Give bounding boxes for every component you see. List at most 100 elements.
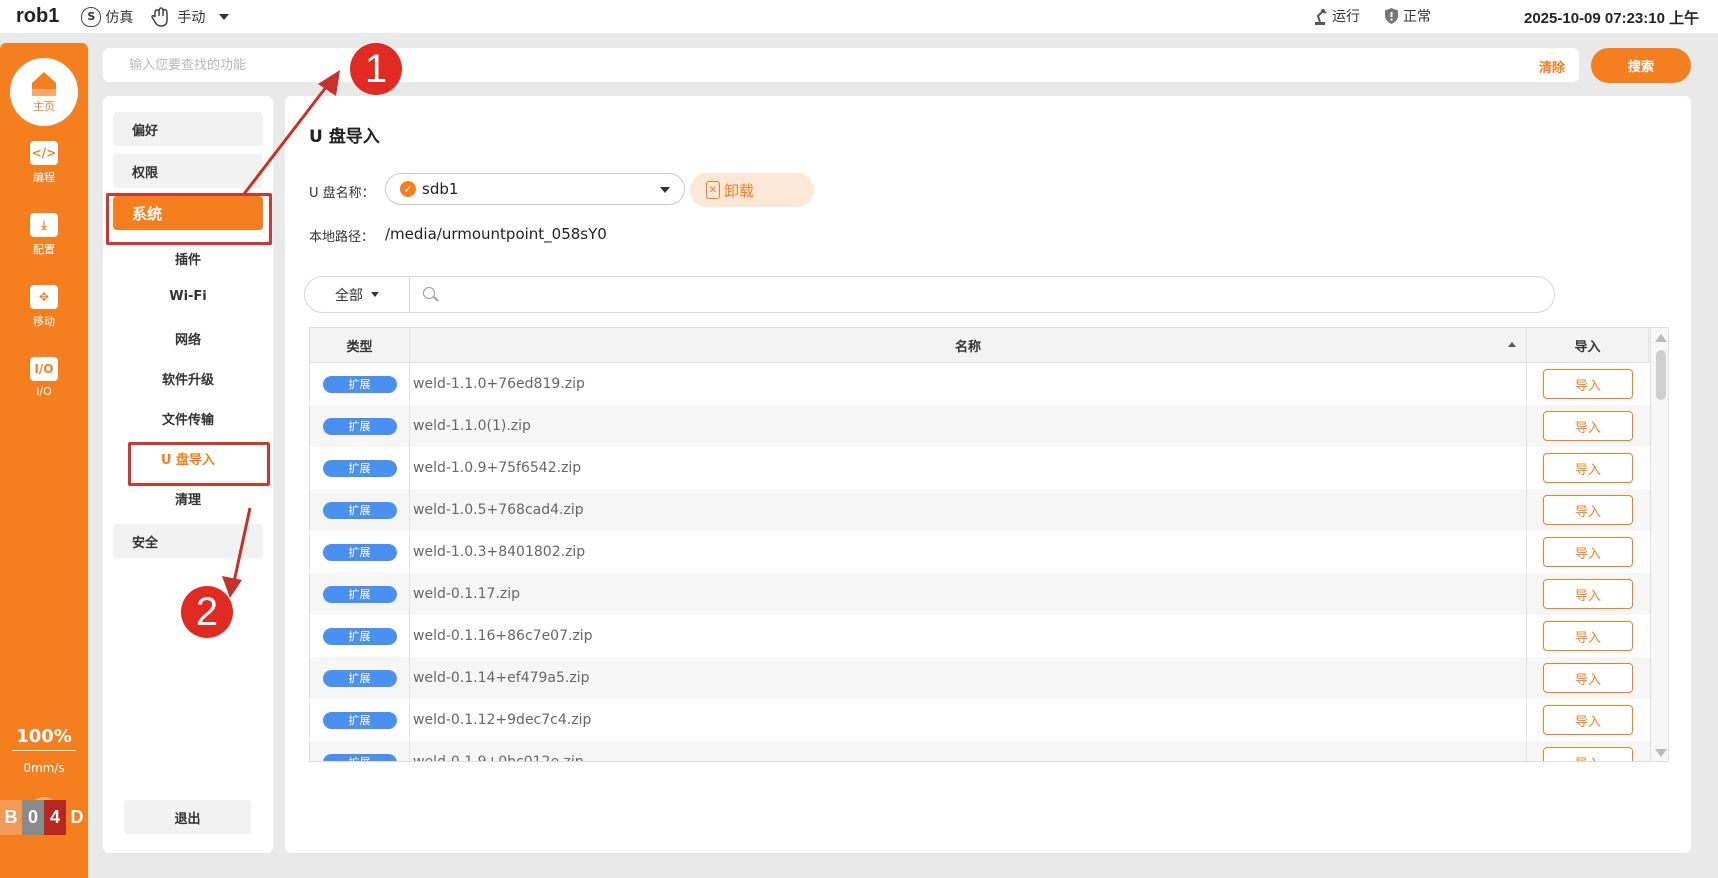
table-body: 扩展 weld-1.1.0+76ed819.zip 导入 扩展 weld-1.1.0(1… [310, 363, 1650, 761]
import-button[interactable]: 导入 [1543, 747, 1633, 761]
cell-name: weld-1.0.9+75f6542.zip [410, 447, 1527, 489]
type-badge: 扩展 [322, 711, 397, 729]
sort-asc-icon [1508, 342, 1516, 347]
main-sidebar: 主页 </> 编程 ⤓ 配置 ✥ 移动 I/O I/O 100% 0mm/s [0, 43, 88, 878]
clear-button[interactable]: 清除 [1539, 57, 1565, 76]
logout-button[interactable]: 退出 [124, 800, 251, 834]
scroll-down-icon[interactable] [1655, 749, 1667, 757]
import-button[interactable]: 导入 [1543, 537, 1633, 567]
cell-name: weld-0.1.14+ef479a5.zip [410, 657, 1527, 699]
highlight-box-usb-import [128, 442, 270, 486]
sidebar-item-label: 主页 [33, 100, 55, 113]
nav-file-transfer[interactable]: 文件传输 [103, 409, 273, 428]
nav-network[interactable]: 网络 [103, 329, 273, 348]
hand-icon [151, 6, 169, 27]
unmount-label: 卸载 [724, 181, 755, 200]
app-window: rob1 S 仿真 手动 运行 正常 2025-10-09 07:23:10 上… [0, 0, 1718, 878]
search-icon [423, 286, 439, 303]
move-icon: ✥ [30, 285, 58, 309]
type-badge: 扩展 [322, 585, 397, 603]
sidebar-item-io[interactable]: I/O I/O [0, 357, 88, 398]
search-input[interactable] [129, 57, 1379, 73]
chevron-down-icon [660, 187, 670, 193]
nav-software-upgrade[interactable]: 软件升级 [103, 369, 273, 388]
search-button[interactable]: 搜索 [1591, 48, 1691, 83]
chevron-down-icon [371, 292, 379, 297]
sidebar-item-move[interactable]: ✥ 移动 [0, 285, 88, 329]
nav-security[interactable]: 安全 [113, 524, 263, 558]
sidebar-item-home[interactable]: 主页 [10, 58, 78, 126]
cell-type: 扩展 [310, 531, 410, 573]
type-badge: 扩展 [322, 417, 397, 435]
cell-name: weld-1.0.5+768cad4.zip [410, 489, 1527, 531]
import-button[interactable]: 导入 [1543, 369, 1633, 399]
usb-import-panel: U 盘导入 U 盘名称： ✓ sdb1 ✕ 卸载 本地路径： /media/ur… [285, 96, 1691, 853]
download-icon: ⤓ [30, 213, 58, 237]
sidebar-item-programming[interactable]: </> 编程 [0, 141, 88, 185]
status-code: D [66, 800, 88, 835]
cell-type: 扩展 [310, 657, 410, 699]
udisk-label: U 盘名称： [309, 186, 375, 201]
robot-name: rob1 [16, 5, 60, 27]
io-icon: I/O [30, 357, 58, 381]
type-badge: 扩展 [322, 459, 397, 477]
cell-type: 扩展 [310, 363, 410, 405]
sidebar-item-label: 移动 [33, 315, 55, 328]
cell-import: 导入 [1527, 657, 1649, 699]
cell-name: weld-1.1.0(1).zip [410, 405, 1527, 447]
nav-permissions[interactable]: 权限 [113, 154, 263, 188]
nav-preferences[interactable]: 偏好 [113, 112, 263, 146]
scroll-thumb[interactable] [1656, 350, 1666, 400]
mode-label: 手动 [177, 9, 206, 26]
table-header: 类型 名称 导入 [310, 328, 1650, 363]
home-icon [32, 72, 56, 96]
unmount-button[interactable]: ✕ 卸载 [690, 173, 814, 207]
import-button[interactable]: 导入 [1543, 621, 1633, 651]
run-status: 运行 [1312, 6, 1360, 26]
filter-value: 全部 [335, 287, 363, 304]
cell-name: weld-1.0.3+8401802.zip [410, 531, 1527, 573]
search-bar: 清除 [103, 48, 1579, 82]
nav-wifi[interactable]: Wi-Fi [103, 289, 273, 304]
import-button[interactable]: 导入 [1543, 663, 1633, 693]
scroll-up-icon[interactable] [1655, 334, 1667, 342]
import-button[interactable]: 导入 [1543, 453, 1633, 483]
cell-type: 扩展 [310, 741, 410, 761]
cell-name: weld-0.1.17.zip [410, 573, 1527, 615]
import-button[interactable]: 导入 [1543, 411, 1633, 441]
status-code: 0 [22, 800, 44, 835]
cell-type: 扩展 [310, 573, 410, 615]
table-row: 扩展 weld-0.1.17.zip 导入 [310, 573, 1650, 615]
nav-plugins[interactable]: 插件 [103, 249, 273, 268]
cell-type: 扩展 [310, 489, 410, 531]
chevron-down-icon [219, 13, 230, 20]
speed-percent[interactable]: 100% [0, 726, 88, 747]
udisk-select[interactable]: ✓ sdb1 [385, 173, 685, 205]
cell-import: 导入 [1527, 573, 1649, 615]
filter-dropdown[interactable]: 全部 [305, 277, 410, 312]
sidebar-item-configuration[interactable]: ⤓ 配置 [0, 213, 88, 257]
cell-name: weld-0.1.16+86c7e07.zip [410, 615, 1527, 657]
nav-cleanup[interactable]: 清理 [103, 489, 273, 508]
speed-value: 0mm/s [23, 761, 65, 775]
cell-name: weld-1.1.0+76ed819.zip [410, 363, 1527, 405]
safety-status: 正常 [1384, 6, 1431, 26]
import-button[interactable]: 导入 [1543, 579, 1633, 609]
highlight-box-system [106, 193, 272, 245]
import-button[interactable]: 导入 [1543, 495, 1633, 525]
type-badge: 扩展 [322, 543, 397, 561]
file-filter-bar: 全部 [304, 276, 1555, 313]
mode-dropdown[interactable]: 手动 [151, 6, 230, 27]
status-code: 4 [44, 800, 66, 835]
sidebar-item-label: 编程 [33, 171, 55, 184]
table-row: 扩展 weld-0.1.16+86c7e07.zip 导入 [310, 615, 1650, 657]
type-badge: 扩展 [322, 753, 397, 761]
vertical-scrollbar[interactable] [1650, 328, 1668, 761]
header-name[interactable]: 名称 [410, 328, 1527, 362]
simulation-indicator[interactable]: S 仿真 [81, 6, 133, 27]
step-marker-2: 2 [181, 586, 233, 638]
header-name-label: 名称 [954, 339, 981, 355]
status-code: B [0, 800, 22, 835]
import-button[interactable]: 导入 [1543, 705, 1633, 735]
type-badge: 扩展 [322, 669, 397, 687]
